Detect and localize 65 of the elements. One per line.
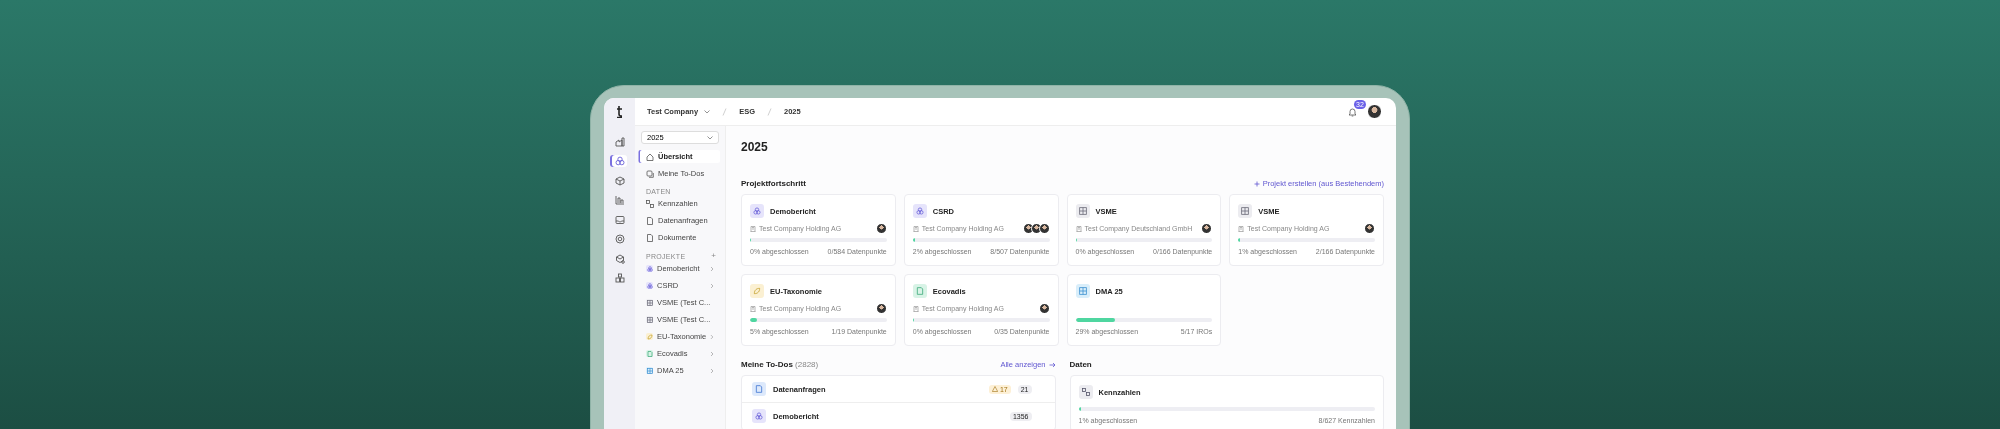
ecovadis-project-icon bbox=[646, 350, 653, 357]
vsme-project-icon bbox=[646, 316, 653, 323]
shapes-icon bbox=[1078, 385, 1093, 399]
section-heading: Meine To-Dos (2828) bbox=[741, 360, 819, 369]
vsme-project-icon bbox=[1075, 204, 1090, 218]
user-avatar bbox=[1364, 223, 1375, 234]
taxonomy-project-icon bbox=[646, 333, 653, 340]
report-project-icon bbox=[912, 204, 927, 218]
dma-project-icon bbox=[1075, 284, 1090, 298]
rail-button[interactable] bbox=[612, 194, 627, 206]
section-heading: Daten bbox=[1069, 360, 1092, 369]
vsme-project-icon bbox=[646, 299, 653, 306]
section-heading: Projektfortschritt bbox=[741, 179, 806, 188]
building-icon bbox=[1075, 225, 1082, 232]
rail-button[interactable] bbox=[612, 135, 627, 148]
rail-button[interactable] bbox=[612, 174, 627, 187]
report-project-icon bbox=[750, 204, 764, 218]
building-icon bbox=[912, 305, 919, 312]
inbox-icon bbox=[614, 214, 625, 225]
warning-icon bbox=[991, 386, 998, 392]
user-avatar[interactable] bbox=[1367, 104, 1382, 119]
stack-icon bbox=[614, 273, 625, 283]
ecovadis-project-icon bbox=[912, 284, 927, 298]
chevron-down-icon bbox=[707, 135, 713, 140]
notifications-button[interactable] bbox=[1348, 106, 1357, 117]
report-project-icon bbox=[646, 265, 653, 272]
shapes-icon bbox=[646, 199, 654, 208]
rail-button[interactable] bbox=[612, 213, 627, 226]
vsme-project-icon bbox=[1238, 204, 1253, 218]
breadcrumb-separator bbox=[766, 107, 772, 116]
logo-icon bbox=[615, 105, 624, 118]
building-icon bbox=[912, 225, 919, 232]
document-icon bbox=[752, 382, 766, 396]
plus-icon bbox=[1253, 180, 1260, 187]
dma-project-icon bbox=[646, 367, 653, 374]
rings-icon bbox=[614, 156, 625, 166]
chevron-right-icon bbox=[710, 350, 714, 357]
user-avatar bbox=[1038, 223, 1050, 234]
factory-icon bbox=[614, 136, 625, 147]
building-icon bbox=[750, 305, 756, 312]
chevron-down-icon bbox=[704, 109, 711, 114]
add-project-button[interactable]: + bbox=[711, 252, 716, 260]
rings-icon bbox=[752, 409, 766, 423]
chevron-right-icon bbox=[710, 367, 714, 374]
building-icon bbox=[1238, 225, 1245, 232]
chevron-right-icon bbox=[710, 282, 714, 289]
user-avatar bbox=[1038, 303, 1050, 314]
breadcrumb-separator bbox=[722, 107, 728, 116]
chevron-right-icon bbox=[710, 265, 714, 272]
chart-icon bbox=[614, 195, 625, 205]
arrow-right-icon bbox=[1048, 361, 1056, 368]
home-icon bbox=[646, 152, 654, 161]
report-project-icon bbox=[646, 282, 653, 289]
bell-icon bbox=[1348, 106, 1357, 117]
page-title: 2025 bbox=[741, 140, 769, 154]
user-avatar bbox=[875, 223, 887, 234]
user-avatar bbox=[875, 303, 887, 314]
building-icon bbox=[750, 225, 756, 232]
chevron-right-icon bbox=[710, 333, 714, 340]
cube-icon bbox=[614, 175, 625, 186]
checklist-icon bbox=[646, 169, 654, 178]
taxonomy-project-icon bbox=[750, 284, 764, 298]
user-avatar bbox=[1201, 223, 1213, 234]
rail-button[interactable] bbox=[612, 272, 627, 284]
rail-button[interactable] bbox=[612, 155, 627, 167]
